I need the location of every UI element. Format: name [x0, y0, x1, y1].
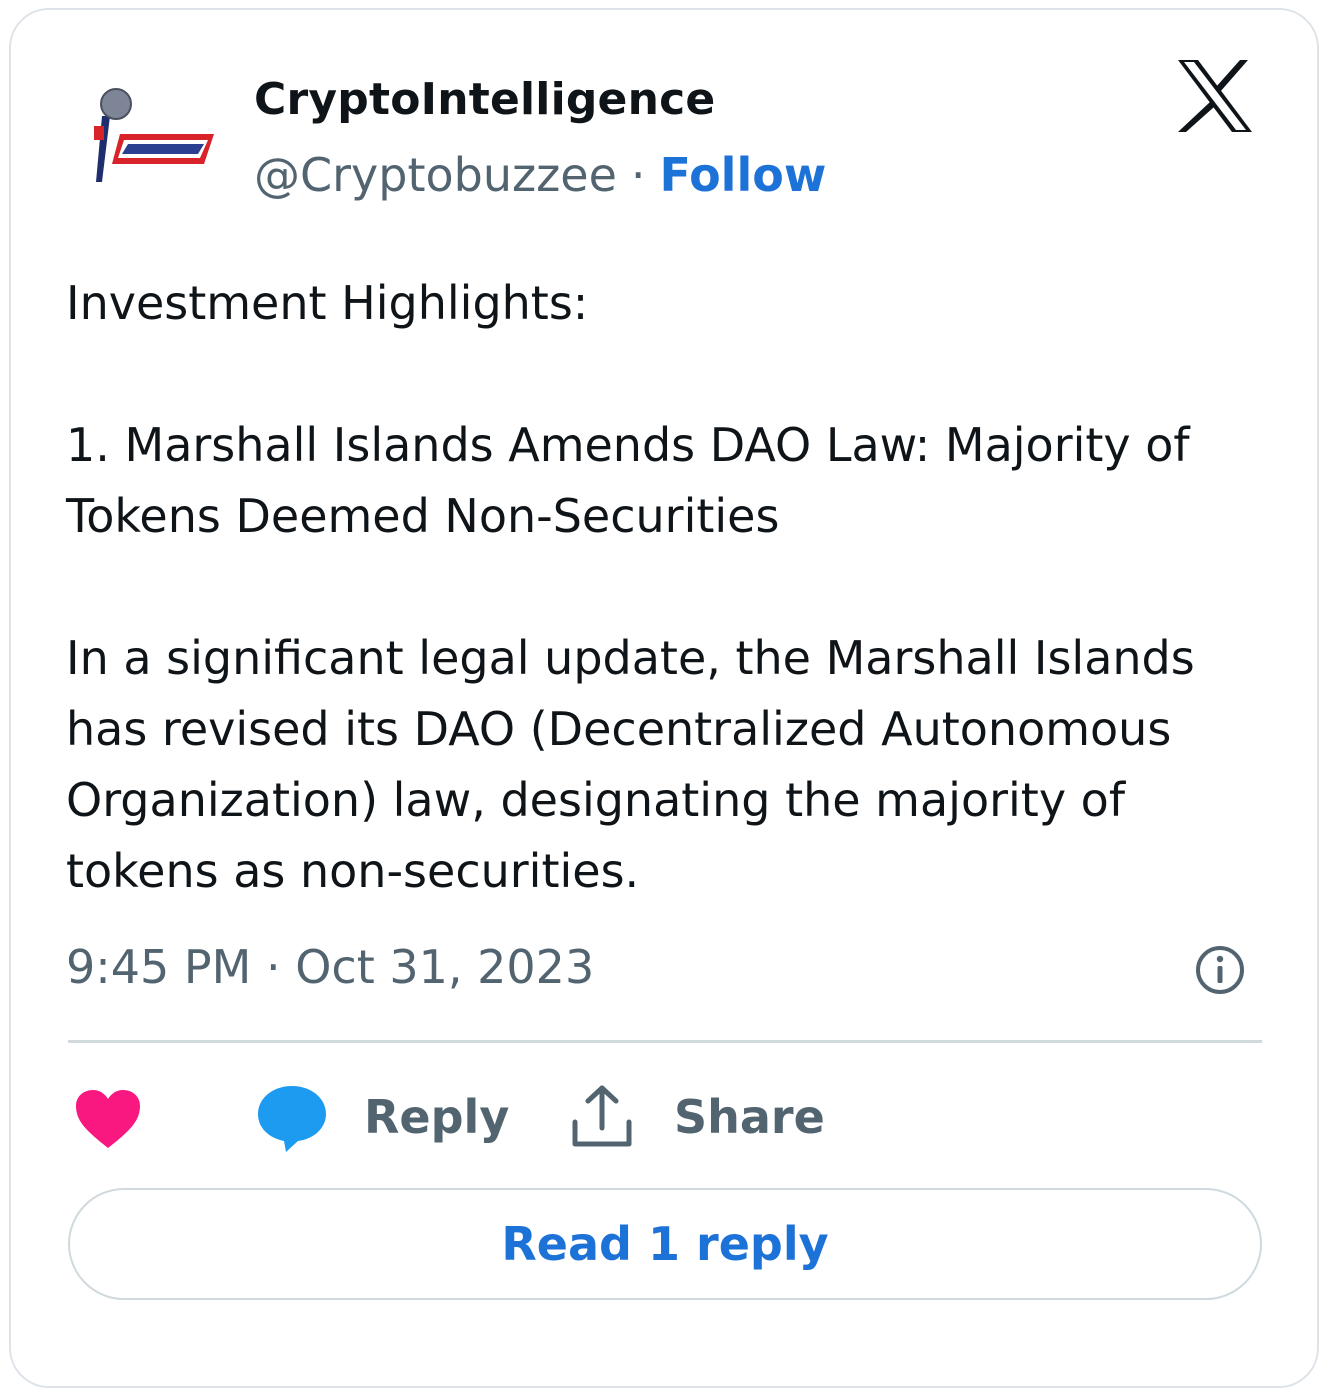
info-icon[interactable] — [1194, 944, 1246, 996]
tweet-line-gap — [66, 552, 1246, 623]
speech-bubble-icon[interactable] — [256, 1084, 328, 1154]
tweet-line: 1. Marshall Islands Amends DAO Law: Majo… — [66, 418, 1190, 472]
tweet-line: In a significant legal update, the Marsh… — [66, 631, 1195, 685]
tweet-line: Tokens Deemed Non-Securities — [66, 489, 780, 543]
action-bar: Reply Share — [0, 1080, 1310, 1160]
tweet-line: Organization) law, designating the major… — [66, 773, 1126, 827]
avatar[interactable] — [82, 76, 218, 196]
author-name[interactable]: CryptoIntelligence — [254, 74, 715, 125]
reply-button[interactable]: Reply — [364, 1090, 509, 1144]
share-upload-icon[interactable] — [570, 1084, 634, 1150]
share-button[interactable]: Share — [674, 1090, 825, 1144]
tweet-line-gap — [66, 339, 1246, 410]
read-replies-button[interactable]: Read 1 reply — [68, 1188, 1262, 1300]
tweet-timestamp[interactable]: 9:45 PM · Oct 31, 2023 — [66, 940, 594, 994]
divider — [68, 1040, 1262, 1043]
tweet-line: tokens as non-securities. — [66, 844, 640, 898]
follow-button[interactable]: Follow — [660, 148, 827, 202]
author-handle[interactable]: @Cryptobuzzee — [254, 148, 617, 202]
author-handle-row: @Cryptobuzzee · Follow — [254, 148, 826, 202]
tweet-line: has revised its DAO (Decentralized Auton… — [66, 702, 1172, 756]
tweet-text: Investment Highlights: 1. Marshall Islan… — [66, 268, 1246, 907]
heart-icon[interactable] — [74, 1088, 142, 1150]
x-logo-icon[interactable] — [1176, 58, 1254, 134]
tweet-line: Investment Highlights: — [66, 276, 589, 330]
separator-dot: · — [630, 148, 646, 202]
